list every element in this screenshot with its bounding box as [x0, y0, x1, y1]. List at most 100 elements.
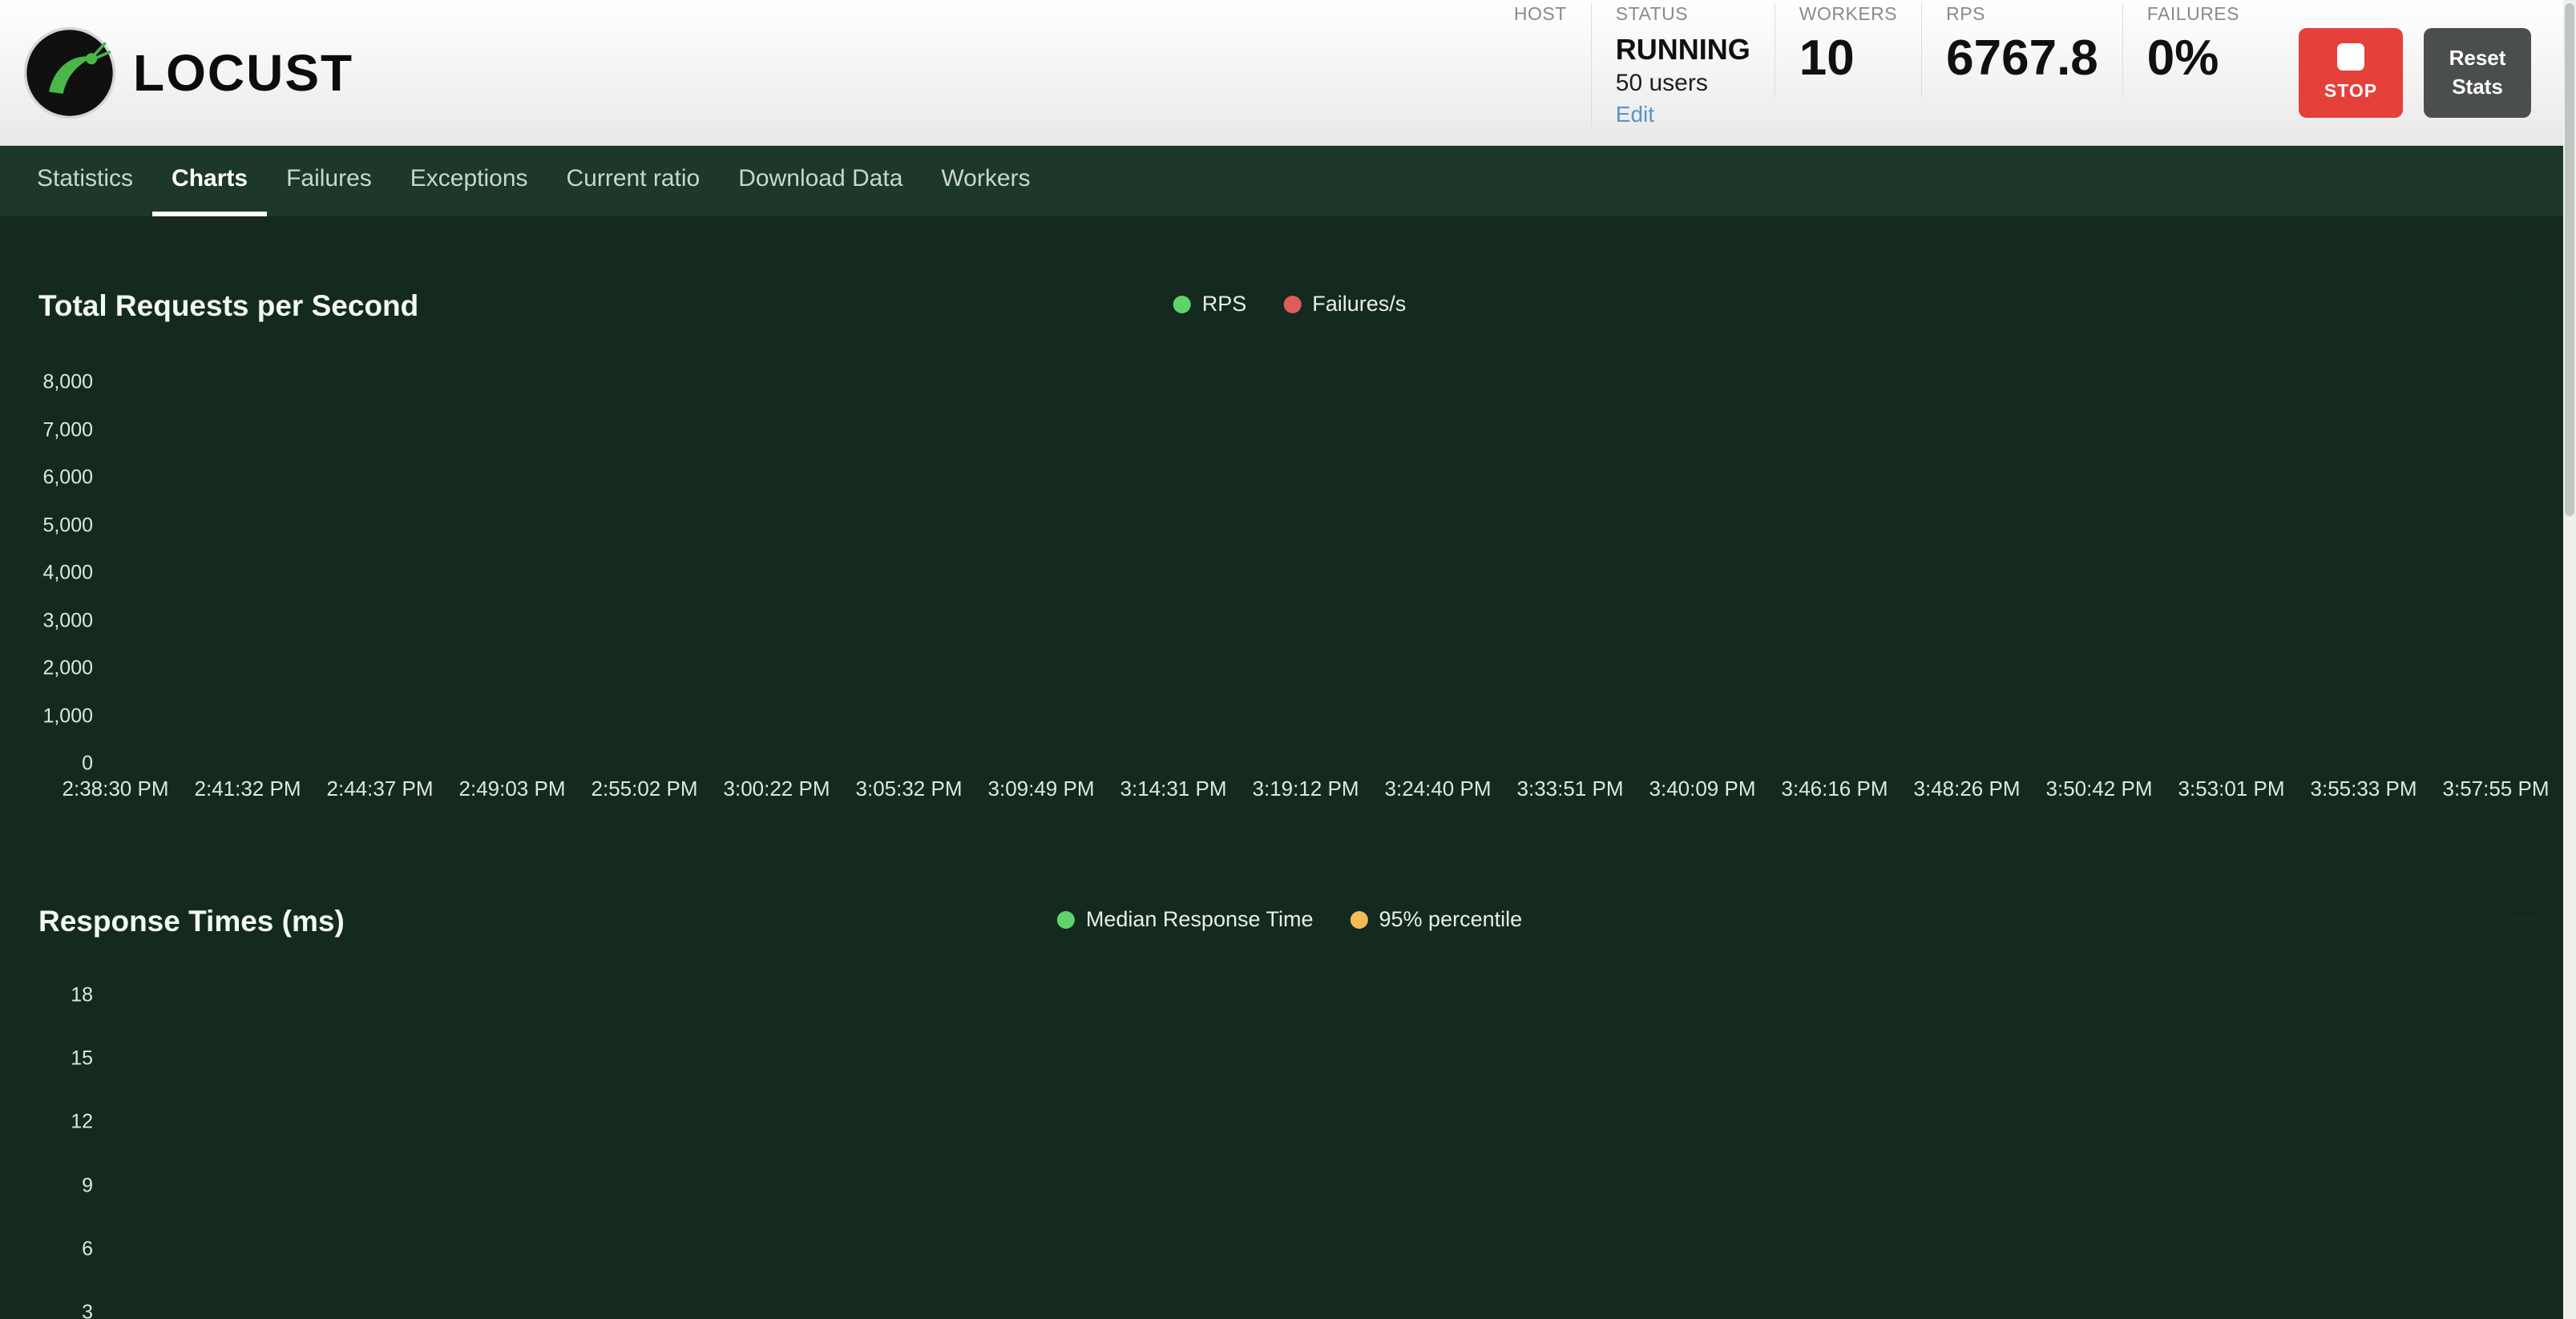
- tab-failures[interactable]: Failures: [267, 146, 391, 216]
- y-axis: 01,0002,0003,0004,0005,0006,0007,0008,00…: [38, 382, 106, 764]
- y-tick-label: 12: [71, 1111, 93, 1134]
- status-users: 50 users: [1616, 70, 1750, 97]
- tab-download-data[interactable]: Download Data: [719, 146, 922, 216]
- failures-value: 0%: [2147, 33, 2239, 83]
- edit-users-link[interactable]: Edit: [1616, 102, 1654, 127]
- workers-label: WORKERS: [1799, 3, 1897, 25]
- download-chart-icon[interactable]: [2513, 290, 2541, 317]
- legend-item[interactable]: Median Response Time: [1057, 907, 1314, 932]
- stat-rps: RPS 6767.8: [1921, 3, 2122, 98]
- x-tick-label: 2:49:03 PM: [459, 776, 566, 801]
- legend-dot-icon: [1351, 911, 1368, 929]
- series-line: [2513, 302, 2541, 305]
- legend-item[interactable]: Failures/s: [1283, 292, 1406, 317]
- app-header: LOCUST HOST STATUS RUNNING 50 users Edit…: [0, 0, 2576, 146]
- status-label: STATUS: [1616, 3, 1750, 25]
- y-tick-label: 18: [71, 984, 93, 1007]
- tab-current-ratio[interactable]: Current ratio: [547, 146, 720, 216]
- scrollbar-thumb[interactable]: [2565, 3, 2574, 516]
- status-value: RUNNING: [1616, 33, 1750, 67]
- y-tick-label: 8,000: [42, 371, 93, 394]
- stat-failures: FAILURES 0%: [2122, 3, 2263, 98]
- tab-charts[interactable]: Charts: [152, 146, 267, 216]
- y-axis: 369121518: [38, 995, 106, 1313]
- x-tick-label: 3:24:40 PM: [1385, 776, 1492, 801]
- legend-item[interactable]: 95% percentile: [1351, 907, 1523, 932]
- y-tick-label: 5,000: [42, 514, 93, 537]
- y-tick-label: 3: [82, 1301, 93, 1319]
- y-tick-label: 0: [82, 752, 93, 776]
- x-axis: 2:38:30 PM2:41:32 PM2:44:37 PM2:49:03 PM…: [115, 770, 2496, 807]
- chart-response-times: Response Times (ms) Median Response Time…: [0, 889, 2576, 1319]
- plot-area[interactable]: [106, 995, 2496, 1313]
- series-line: [2513, 918, 2541, 921]
- x-tick-label: 3:55:33 PM: [2311, 776, 2417, 801]
- y-tick-label: 4,000: [42, 562, 93, 585]
- chart-legend: Median Response Time 95% percentile: [1057, 907, 1522, 932]
- plot-area[interactable]: [106, 382, 2496, 764]
- x-tick-label: 2:44:37 PM: [327, 776, 434, 801]
- chart-legend: RPS Failures/s: [1173, 292, 1407, 317]
- x-tick-label: 2:38:30 PM: [63, 776, 169, 801]
- y-tick-label: 6,000: [42, 466, 93, 490]
- x-tick-label: 3:09:49 PM: [988, 776, 1095, 801]
- stop-button-label: STOP: [2324, 80, 2377, 102]
- chart-title: Response Times (ms): [38, 905, 345, 938]
- legend-label: RPS: [1202, 292, 1247, 317]
- series-line: [2513, 920, 2541, 921]
- y-tick-label: 9: [82, 1174, 93, 1197]
- x-tick-label: 3:50:42 PM: [2046, 776, 2153, 801]
- legend-dot-icon: [1283, 296, 1301, 313]
- x-tick-label: 2:41:32 PM: [195, 776, 301, 801]
- chart-body: 01,0002,0003,0004,0005,0006,0007,0008,00…: [38, 382, 2496, 764]
- chart-title: Total Requests per Second: [38, 289, 418, 323]
- y-tick-label: 15: [71, 1047, 93, 1071]
- x-tick-label: 3:53:01 PM: [2178, 776, 2285, 801]
- x-tick-label: 3:00:22 PM: [724, 776, 830, 801]
- failures-label: FAILURES: [2147, 3, 2239, 25]
- stat-workers: WORKERS 10: [1775, 3, 1921, 98]
- legend-label: 95% percentile: [1379, 907, 1523, 932]
- x-tick-label: 3:57:55 PM: [2443, 776, 2550, 801]
- tab-statistics[interactable]: Statistics: [18, 146, 152, 216]
- x-tick-label: 3:46:16 PM: [1782, 776, 1888, 801]
- legend-item[interactable]: RPS: [1173, 292, 1247, 317]
- charts-page: Total Requests per Second RPSFailures/s …: [0, 216, 2576, 1319]
- rps-label: RPS: [1946, 3, 2098, 25]
- x-tick-label: 3:19:12 PM: [1253, 776, 1359, 801]
- chart-header: Total Requests per Second RPS Failures/s: [38, 274, 2541, 338]
- scrollbar-track[interactable]: [2563, 0, 2576, 1319]
- x-tick-label: 2:55:02 PM: [592, 776, 698, 801]
- reset-stats-button[interactable]: Reset Stats: [2424, 28, 2531, 118]
- x-tick-label: 3:48:26 PM: [1914, 776, 2021, 801]
- x-tick-label: 3:40:09 PM: [1649, 776, 1756, 801]
- stat-status: STATUS RUNNING 50 users Edit: [1591, 3, 1775, 127]
- brand-name: LOCUST: [133, 43, 353, 103]
- stop-button[interactable]: STOP: [2299, 28, 2403, 118]
- locust-logo-icon: [22, 26, 117, 120]
- legend-dot-icon: [1057, 911, 1075, 929]
- workers-value: 10: [1799, 33, 1897, 83]
- y-tick-label: 3,000: [42, 609, 93, 632]
- legend-dot-icon: [1173, 296, 1191, 313]
- main-nav: Statistics Charts Failures Exceptions Cu…: [0, 146, 2576, 216]
- host-label: HOST: [1514, 3, 1567, 25]
- download-chart-icon[interactable]: [2513, 906, 2541, 933]
- rps-value: 6767.8: [1946, 33, 2098, 83]
- x-tick-label: 3:05:32 PM: [856, 776, 963, 801]
- x-tick-label: 3:33:51 PM: [1517, 776, 1624, 801]
- x-tick-label: 3:14:31 PM: [1120, 776, 1227, 801]
- tab-exceptions[interactable]: Exceptions: [391, 146, 547, 216]
- stop-square-icon: [2337, 43, 2364, 71]
- y-tick-label: 2,000: [42, 657, 93, 680]
- locust-app: LOCUST HOST STATUS RUNNING 50 users Edit…: [0, 0, 2576, 1319]
- tab-workers[interactable]: Workers: [922, 146, 1049, 216]
- y-tick-label: 1,000: [42, 704, 93, 728]
- logo: LOCUST: [22, 26, 353, 120]
- y-tick-label: 7,000: [42, 418, 93, 442]
- y-tick-label: 6: [82, 1237, 93, 1261]
- legend-label: Median Response Time: [1086, 907, 1314, 932]
- header-buttons: STOP Reset Stats: [2299, 28, 2531, 118]
- chart-total-rps: Total Requests per Second RPSFailures/s …: [0, 274, 2576, 807]
- legend-label: Failures/s: [1312, 292, 1406, 317]
